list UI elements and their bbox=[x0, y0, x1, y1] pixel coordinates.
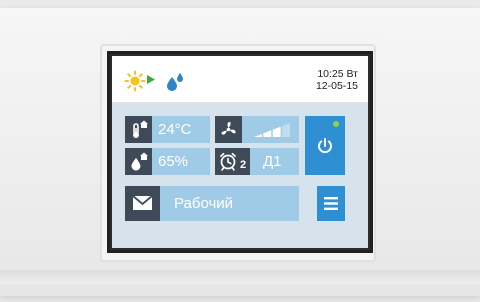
fan-level-bar bbox=[272, 126, 281, 137]
envelope-icon bbox=[125, 186, 160, 221]
humidity-value: 65% bbox=[158, 153, 189, 170]
fan-icon bbox=[215, 116, 242, 143]
humidity-house-icon bbox=[125, 148, 152, 175]
fan-level-bar bbox=[282, 123, 290, 137]
time-and-weekday: 10:25 Вт bbox=[317, 68, 358, 80]
play-arrow-icon bbox=[147, 75, 155, 84]
date-text: 12-05-15 bbox=[315, 80, 358, 92]
power-button[interactable] bbox=[305, 116, 345, 175]
schedule-value: Д1 bbox=[263, 153, 282, 170]
schedule-number: 2 bbox=[240, 159, 247, 171]
water-drops-icon bbox=[167, 73, 183, 91]
control-panel: 24°C 65% 2 Д1 Рабочий bbox=[112, 103, 368, 248]
thermometer-house-icon bbox=[125, 116, 152, 143]
menu-icon bbox=[324, 197, 338, 210]
menu-button[interactable] bbox=[317, 186, 345, 221]
temperature-tile[interactable]: 24°C bbox=[125, 116, 210, 143]
schedule-tile[interactable]: 2 Д1 bbox=[215, 148, 299, 175]
power-icon bbox=[318, 138, 332, 154]
humidity-tile[interactable]: 65% bbox=[125, 148, 210, 175]
temperature-value: 24°C bbox=[158, 121, 192, 138]
fan-level-bar bbox=[263, 130, 272, 137]
mode-tile[interactable]: Рабочий bbox=[125, 186, 299, 221]
touch-screen: 10:25 Вт 12-05-15 24°C 65% 2 Д1 Рабочий bbox=[112, 56, 368, 248]
fan-speed-tile[interactable] bbox=[215, 116, 299, 143]
clock-display: 10:25 Вт 12-05-15 bbox=[316, 68, 358, 92]
power-indicator-light bbox=[333, 121, 339, 127]
device-bottom-edge bbox=[0, 270, 480, 284]
mode-value: Рабочий bbox=[174, 195, 234, 212]
alarm-clock-icon: 2 bbox=[215, 148, 250, 175]
signal-bars-icon bbox=[254, 123, 290, 137]
fan-level-bar bbox=[254, 133, 262, 137]
status-bar: 10:25 Вт 12-05-15 bbox=[112, 56, 368, 103]
sun-icon bbox=[124, 70, 146, 92]
